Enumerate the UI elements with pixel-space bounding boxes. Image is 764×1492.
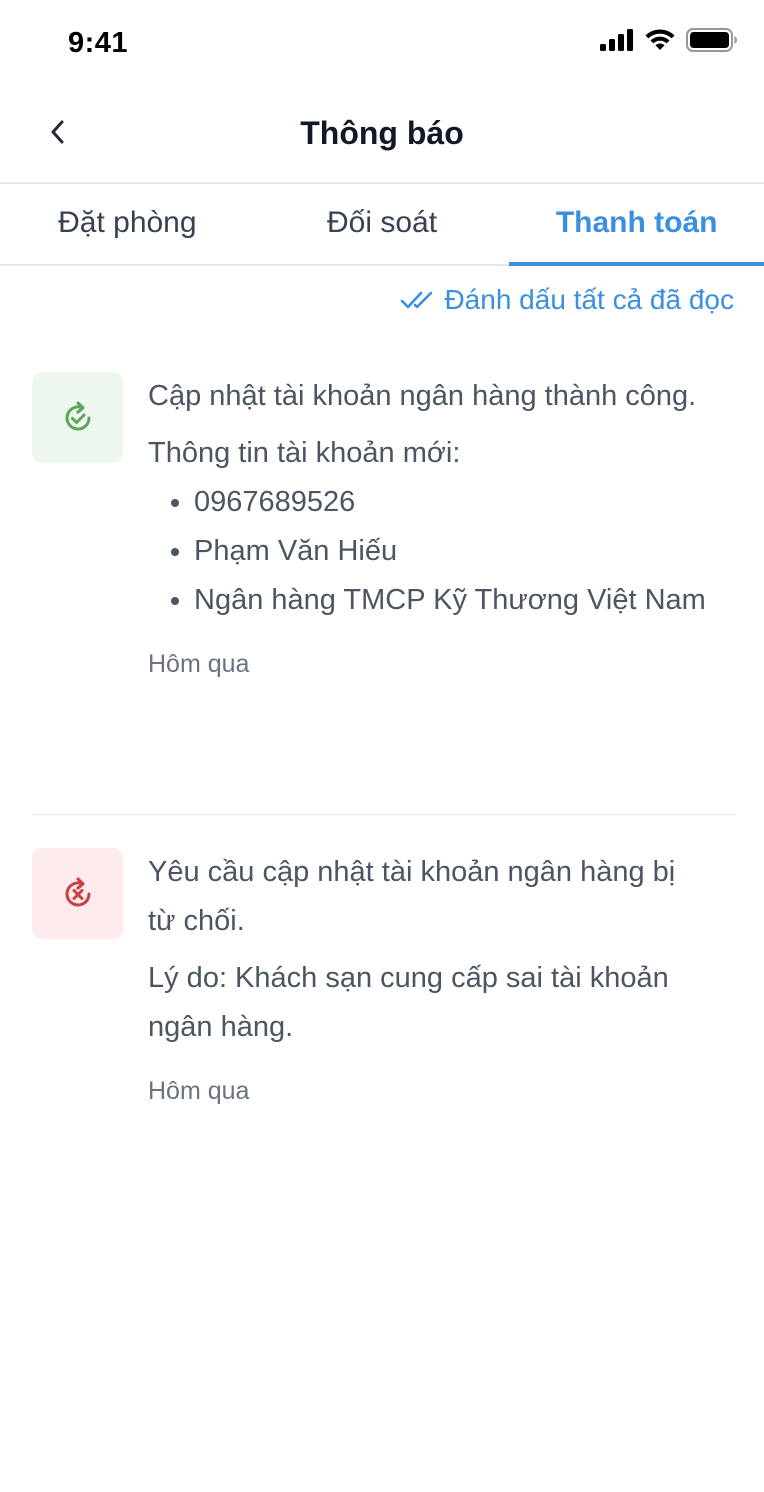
mark-all-read-label: Đánh dấu tất cả đã đọc xyxy=(444,284,734,315)
status-icons xyxy=(600,28,738,52)
notification-body: Yêu cầu cập nhật tài khoản ngân hàng bị … xyxy=(148,848,708,1108)
notification-reason: Lý do: Khách sạn cung cấp sai tài khoản … xyxy=(148,962,669,1043)
status-time: 9:41 xyxy=(68,27,129,59)
tab-thanh-toan[interactable]: Thanh toán xyxy=(509,184,764,266)
double-check-icon xyxy=(401,291,433,309)
notification-title: Yêu cầu cập nhật tài khoản ngân hàng bị … xyxy=(148,856,676,937)
tab-doi-soat[interactable]: Đối soát xyxy=(255,184,510,264)
notification-body: Cập nhật tài khoản ngân hàng thành công.… xyxy=(148,372,708,681)
status-bar: 9:41 xyxy=(0,0,764,88)
notification-title: Cập nhật tài khoản ngân hàng thành công. xyxy=(148,380,697,412)
page-title: Thông báo xyxy=(300,115,464,151)
mark-all-read-button[interactable]: Đánh dấu tất cả đã đọc xyxy=(400,284,734,316)
bank-name: Ngân hàng TMCP Kỹ Thương Việt Nam xyxy=(194,576,708,625)
notification-subtitle: Thông tin tài khoản mới: xyxy=(148,437,461,469)
notification-icon-box xyxy=(32,848,123,939)
notification-time: Hôm qua xyxy=(148,650,250,678)
refresh-check-icon xyxy=(65,401,90,430)
account-holder: Phạm Văn Hiếu xyxy=(194,527,708,576)
refresh-x-icon xyxy=(65,877,90,906)
wifi-icon xyxy=(645,29,675,50)
notification-icon-box xyxy=(32,372,123,463)
account-details-list: 0967689526 Phạm Văn Hiếu Ngân hàng TMCP … xyxy=(148,478,708,625)
account-number: 0967689526 xyxy=(194,478,708,527)
divider xyxy=(32,814,736,815)
cellular-signal-icon xyxy=(600,29,633,51)
notification-item[interactable]: Yêu cầu cập nhật tài khoản ngân hàng bị … xyxy=(32,848,736,1118)
notification-time: Hôm qua xyxy=(148,1077,250,1105)
tab-bar: Đặt phòng Đối soát Thanh toán xyxy=(0,184,764,266)
battery-icon xyxy=(686,28,737,52)
notification-item[interactable]: Cập nhật tài khoản ngân hàng thành công.… xyxy=(32,372,736,792)
tab-dat-phong[interactable]: Đặt phòng xyxy=(0,184,255,264)
header: Thông báo xyxy=(0,88,764,184)
